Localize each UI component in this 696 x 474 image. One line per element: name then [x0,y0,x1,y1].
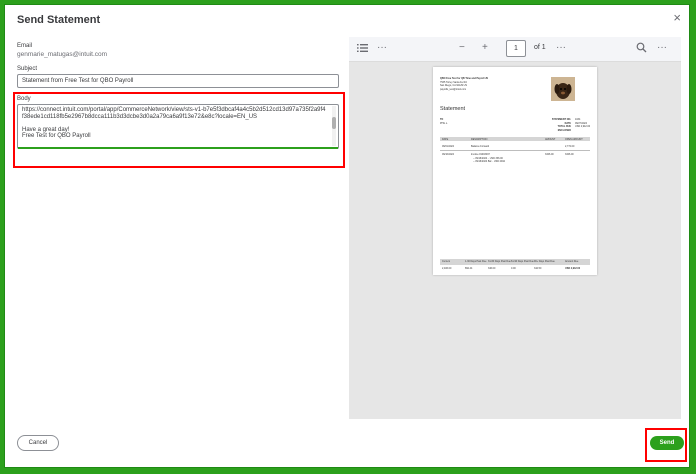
aging-v-4: 342.50 [534,267,542,270]
aging-v-1: 892.44 [465,267,473,270]
more-options-icon-2[interactable]: ··· [556,42,566,54]
aging-h-3: 61-90 Days Past Due [511,259,534,263]
zoom-in-icon[interactable]: + [482,42,488,54]
row-0-description: Balance Forward [471,145,490,148]
page-number-input[interactable]: 1 [506,40,526,57]
meta-value-2: USD 2,942.00 [575,125,591,128]
preview-toolbar: ··· − + 1 of 1 ··· ··· [349,37,681,62]
page-total: of 1 [534,44,546,51]
close-icon[interactable]: × [673,11,681,24]
row-1-open: 3346.00 [565,153,574,156]
th-description: DESCRIPTION [471,137,488,141]
subject-input[interactable]: Statement from Free Test for QBO Payroll [17,74,339,88]
aging-v-2: 346.00 [488,267,496,270]
list-icon[interactable] [357,42,369,58]
row-1-date: 09/16/2024 [442,153,454,156]
statement-page: QBO Free Test for QB Time and Payroll JS… [433,67,597,275]
search-icon[interactable] [636,42,647,57]
aging-h-1: 1-30 Days Past Due [465,259,487,263]
subject-label: Subject [17,66,38,72]
company-logo-photo [551,77,575,101]
company-email: payrolls_test@intuit.com [440,87,467,91]
th-date: DATE [442,137,449,141]
aging-v-5: USD 2,942.00 [565,267,581,270]
aging-h-4: 90+ Days Past Due [534,259,555,263]
email-value[interactable]: genmarie_matugas@intuit.com [17,51,107,58]
row-1-amount: 3346.00 [545,153,554,156]
th-open-amount: OPEN AMOUNT [565,137,583,141]
row-0-date: 09/01/2024 [442,145,454,148]
row-divider [440,150,590,151]
send-highlight-box [645,428,687,462]
zoom-out-icon[interactable]: − [459,42,465,54]
email-label: Email [17,43,33,49]
th-amount: AMOUNT [545,137,556,141]
more-options-icon[interactable]: ··· [377,42,387,54]
customer-name: PHIL L. [440,121,448,125]
statement-heading: Statement [440,106,466,112]
aging-h-5: Amount Due [565,259,579,263]
aging-v-0: 2,406.00 [442,267,452,270]
aging-v-3: 0.00 [511,267,516,270]
row-1-subitem-1: -- 09/16/2024 Bal ₋ USD 2942 [473,160,505,163]
more-options-icon-3[interactable]: ··· [657,42,667,54]
statement-preview-pane: ··· − + 1 of 1 ··· ··· QBO Free Test for… [349,37,681,419]
send-statement-dialog: Send Statement × Email genmarie_matugas@… [4,4,690,468]
aging-h-0: Current [442,259,450,263]
row-0-open: 2,772.00 [565,145,575,148]
body-highlight-box [13,92,345,168]
meta-label-3: ENCLOSED [557,128,571,132]
cancel-button[interactable]: Cancel [17,435,59,451]
dialog-title: Send Statement [17,14,101,26]
aging-h-2: 31-60 Days Past Due [488,259,511,263]
